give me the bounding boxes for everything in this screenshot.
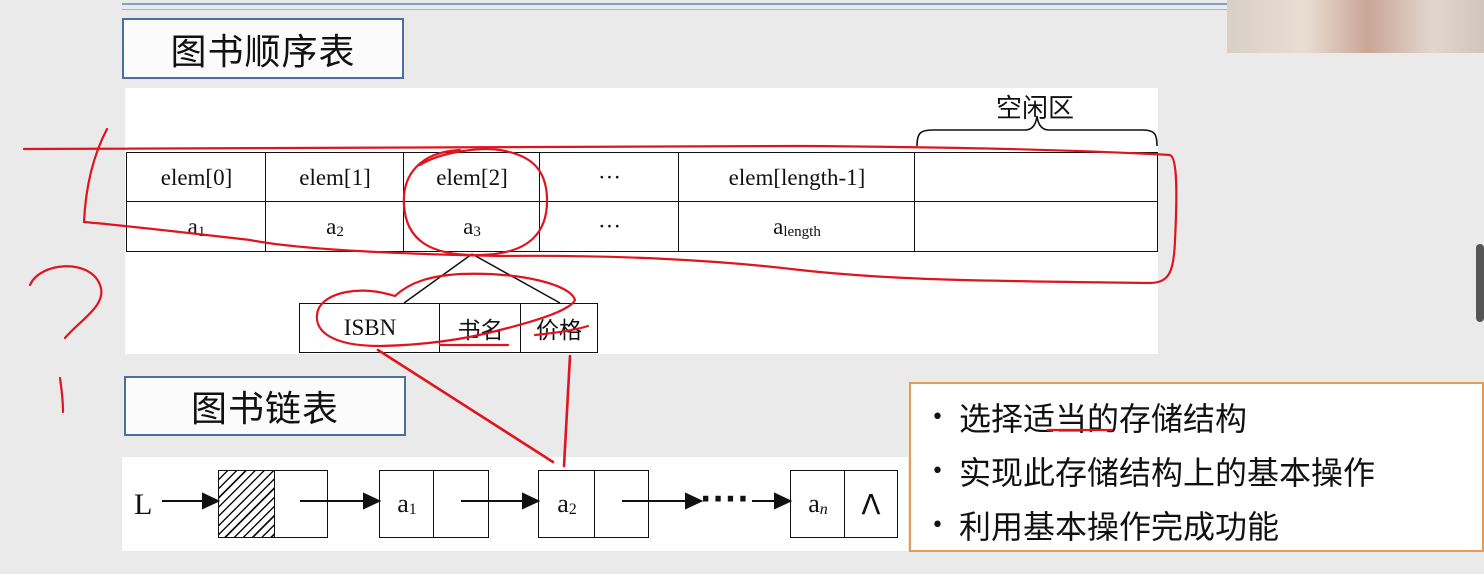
slide: 图书顺序表 空闲区 elem[0] elem[1] elem[2] ··· el…: [0, 0, 1484, 574]
annotation-long-line: [22, 144, 1178, 285]
annotation-circle-elem2: [402, 148, 549, 257]
handwritten-annotations: [22, 127, 1178, 468]
annotation-line-isbn-a2: [376, 348, 555, 464]
annotation-line-price-a2: [562, 354, 572, 468]
annotation-underline-price: [533, 324, 590, 337]
annotation-question-dot: [58, 376, 65, 414]
annotation-left-stroke: [82, 127, 109, 224]
annotation-question-mark: [28, 265, 103, 340]
